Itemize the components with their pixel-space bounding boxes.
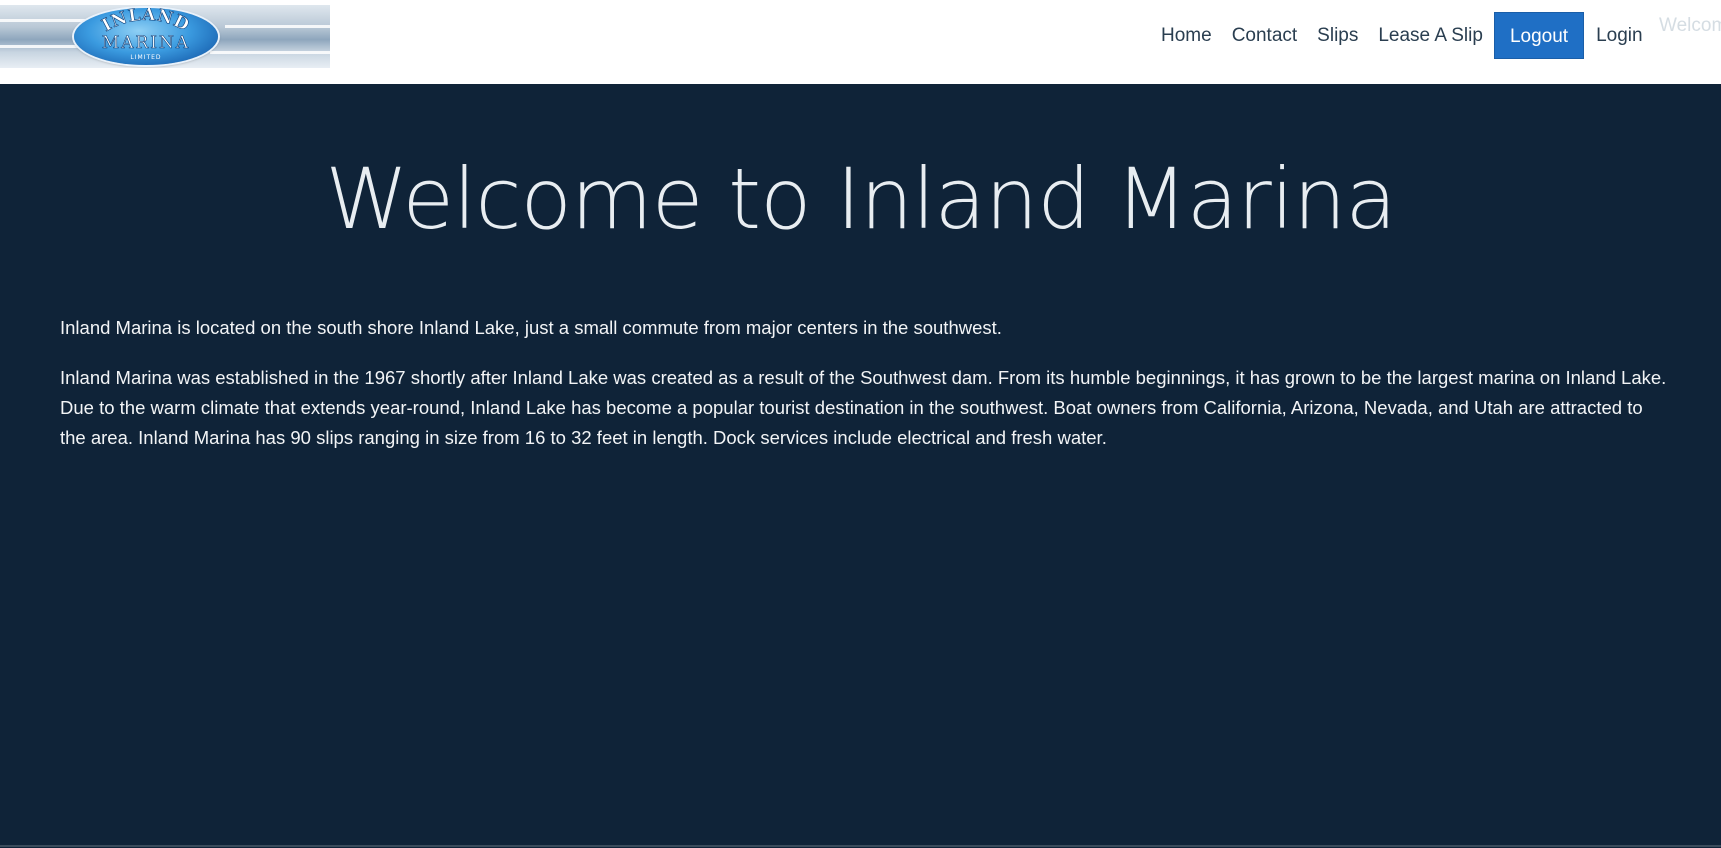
- nav-slips-link[interactable]: Slips: [1307, 12, 1368, 59]
- logo-top-text: INLAND: [98, 8, 192, 36]
- site-logo[interactable]: INLAND MARINA LIMITED: [0, 5, 330, 68]
- svg-text:INLAND: INLAND: [99, 8, 193, 36]
- nav-contact-link[interactable]: Contact: [1222, 12, 1307, 59]
- intro-text: Inland Marina is located on the south sh…: [60, 313, 1670, 473]
- welcome-user-text: Welcome: [1659, 15, 1721, 36]
- page-title: Welcome to Inland Marina: [325, 150, 1397, 248]
- nav-login-link[interactable]: Login: [1586, 12, 1653, 59]
- logo-middle-text: MARINA: [102, 33, 190, 53]
- nav-lease-link[interactable]: Lease A Slip: [1368, 12, 1493, 59]
- nav-links: Home Contact Slips Lease A Slip Logout L…: [1150, 12, 1653, 59]
- intro-paragraph-1: Inland Marina is located on the south sh…: [60, 317, 1002, 338]
- logo-bottom-text: LIMITED: [130, 54, 161, 61]
- nav-home-link[interactable]: Home: [1150, 12, 1222, 59]
- navbar: INLAND MARINA LIMITED Home Contact Slips…: [0, 0, 1721, 84]
- logo-emblem: INLAND MARINA LIMITED: [74, 8, 218, 65]
- logout-button[interactable]: Logout: [1493, 12, 1585, 59]
- footer-divider: [0, 845, 1721, 847]
- intro-paragraph-2: Inland Marina was established in the 196…: [60, 367, 1667, 448]
- main-content: Welcome to Inland Marina Inland Marina i…: [0, 84, 1721, 847]
